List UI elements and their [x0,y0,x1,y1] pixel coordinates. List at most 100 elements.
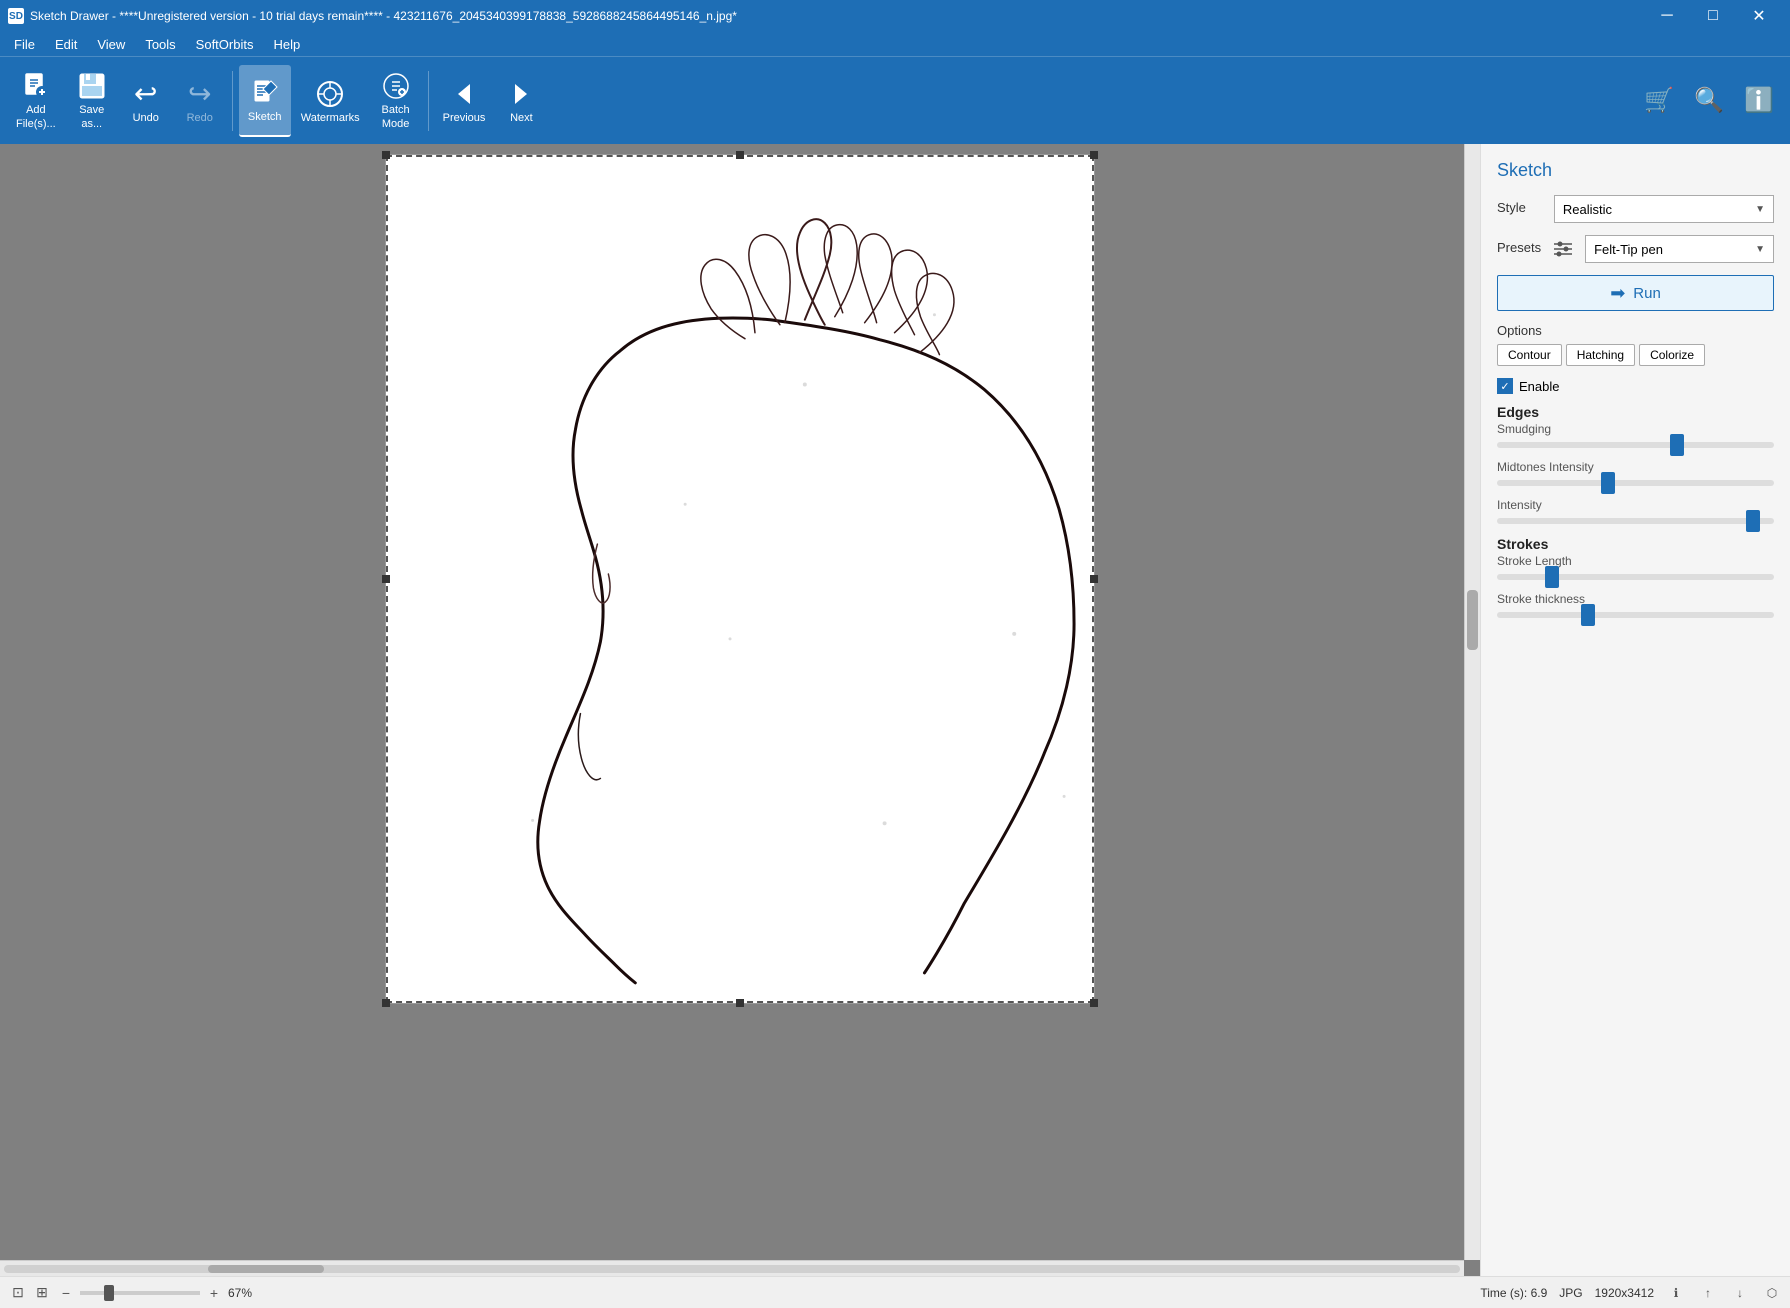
style-section: Style Realistic ▼ [1497,195,1774,223]
smudging-slider-container: Smudging [1497,422,1774,448]
menu-edit[interactable]: Edit [45,32,87,56]
title-bar: SD Sketch Drawer - ****Unregistered vers… [0,0,1790,32]
dimensions-label: 1920x3412 [1595,1286,1654,1300]
zoom-in-button[interactable]: + [204,1283,224,1303]
midtones-slider-container: Midtones Intensity [1497,460,1774,486]
status-3d-icon[interactable]: ⬡ [1762,1283,1782,1303]
stroke-thickness-thumb[interactable] [1581,604,1595,626]
zoom-controls: ⊡ ⊞ − + 67% [8,1283,252,1303]
menu-view[interactable]: View [87,32,135,56]
style-label: Style [1497,200,1526,215]
canvas-area[interactable] [0,144,1480,1276]
tab-hatching[interactable]: Hatching [1566,344,1635,366]
stroke-length-label: Stroke Length [1497,554,1774,568]
enable-checkbox[interactable]: ✓ [1497,378,1513,394]
stroke-length-thumb[interactable] [1545,566,1559,588]
save-as-button[interactable]: Saveas... [66,65,118,137]
handle-bottom-middle[interactable] [736,999,744,1007]
zoom-out-button[interactable]: − [56,1283,76,1303]
search-button[interactable]: 🔍 [1686,65,1732,137]
info-button[interactable]: ℹ️ [1736,65,1782,137]
close-button[interactable]: ✕ [1736,0,1782,32]
batch-mode-label: BatchMode [382,104,410,130]
watermarks-button[interactable]: Watermarks [293,65,368,137]
undo-button[interactable]: ↩ Undo [120,65,172,137]
stroke-length-container: Stroke Length [1497,554,1774,580]
maximize-button[interactable]: □ [1690,0,1736,32]
next-button[interactable]: Next [495,65,547,137]
sketch-button[interactable]: Sketch [239,65,291,137]
run-arrow-icon: ➡ [1610,283,1625,304]
menu-tools[interactable]: Tools [135,32,185,56]
sketch-svg [386,155,1094,1003]
menu-bar: File Edit View Tools SoftOrbits Help [0,32,1790,56]
canvas-container [385,154,1095,1004]
zoom-slider-thumb[interactable] [104,1285,114,1301]
cart-button[interactable]: 🛒 [1636,65,1682,137]
presets-dropdown[interactable]: Felt-Tip pen ▼ [1585,235,1774,263]
actual-size-button[interactable]: ⊞ [32,1283,52,1303]
stroke-thickness-label: Stroke thickness [1497,592,1774,606]
minimize-button[interactable]: ─ [1644,0,1690,32]
menu-softorbits[interactable]: SoftOrbits [186,32,264,56]
run-button[interactable]: ➡ Run [1497,275,1774,311]
handle-top-left[interactable] [382,151,390,159]
sliders-icon [1552,238,1574,260]
tab-contour[interactable]: Contour [1497,344,1562,366]
stroke-thickness-container: Stroke thickness [1497,592,1774,618]
status-info-icon[interactable]: ℹ [1666,1283,1686,1303]
options-section: Options Contour Hatching Colorize [1497,323,1774,366]
handle-top-right[interactable] [1090,151,1098,159]
status-bar: ⊡ ⊞ − + 67% Time (s): 6.9 JPG 1920x3412 … [0,1276,1790,1308]
handle-bottom-left[interactable] [382,999,390,1007]
redo-icon: ↪ [188,77,211,110]
intensity-label: Intensity [1497,498,1774,512]
status-save-icon[interactable]: ↓ [1730,1283,1750,1303]
status-share-icon[interactable]: ↑ [1698,1283,1718,1303]
batch-mode-button[interactable]: BatchMode [370,65,422,137]
midtones-label: Midtones Intensity [1497,460,1774,474]
main-content: Sketch Style Realistic ▼ Presets [0,144,1790,1276]
batch-mode-icon [380,70,412,102]
style-value: Realistic [1563,202,1612,217]
midtones-thumb[interactable] [1601,472,1615,494]
menu-file[interactable]: File [4,32,45,56]
presets-dropdown-arrow: ▼ [1755,244,1765,255]
vertical-scrollbar[interactable] [1464,144,1480,1260]
window-controls: ─ □ ✕ [1644,0,1782,32]
scrollbar-track [4,1265,1460,1273]
fit-view-button[interactable]: ⊡ [8,1283,28,1303]
midtones-track [1497,480,1774,486]
presets-label: Presets [1497,240,1541,255]
horizontal-scrollbar[interactable] [0,1260,1464,1276]
redo-label: Redo [187,112,213,124]
intensity-thumb[interactable] [1746,510,1760,532]
handle-bottom-right[interactable] [1090,999,1098,1007]
strokes-heading: Strokes [1497,536,1774,552]
zoom-slider-track[interactable] [80,1291,200,1295]
search-icon: 🔍 [1694,86,1724,115]
handle-middle-left[interactable] [382,575,390,583]
add-file-button[interactable]: AddFile(s)... [8,65,64,137]
style-dropdown-arrow: ▼ [1755,204,1765,215]
options-label: Options [1497,323,1774,338]
redo-button[interactable]: ↪ Redo [174,65,226,137]
right-panel: Sketch Style Realistic ▼ Presets [1480,144,1790,1276]
menu-help[interactable]: Help [263,32,310,56]
time-label: Time (s): 6.9 [1480,1286,1547,1300]
smudging-thumb[interactable] [1670,434,1684,456]
toolbar: AddFile(s)... Saveas... ↩ Undo ↪ Redo Sk… [0,56,1790,144]
intensity-slider-container: Intensity [1497,498,1774,524]
info-icon: ℹ️ [1744,86,1774,115]
tab-colorize[interactable]: Colorize [1639,344,1705,366]
style-dropdown[interactable]: Realistic ▼ [1554,195,1774,223]
handle-middle-right[interactable] [1090,575,1098,583]
edges-section: Edges Smudging Midtones Intensity Intens… [1497,404,1774,524]
handle-top-middle[interactable] [736,151,744,159]
enable-row: ✓ Enable [1497,378,1774,394]
canvas-wrapper [385,154,1095,1004]
scrollbar-thumb[interactable] [208,1265,324,1273]
previous-button[interactable]: Previous [435,65,494,137]
presets-value: Felt-Tip pen [1594,242,1663,257]
vertical-scrollbar-thumb[interactable] [1467,590,1478,650]
